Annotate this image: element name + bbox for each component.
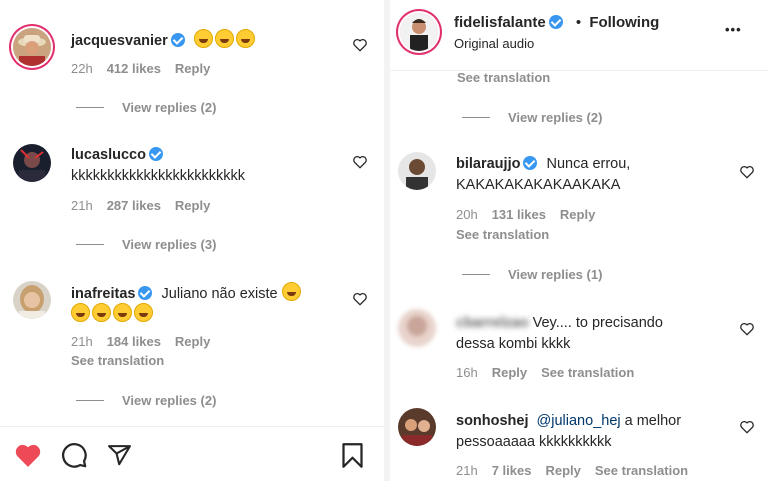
verified-badge-icon bbox=[148, 147, 163, 161]
view-replies-button[interactable]: View replies (1) bbox=[462, 267, 602, 282]
comment-text: kkkkkkkkkkkkkkkkkkkkkkkk bbox=[71, 168, 245, 184]
view-replies-button[interactable]: View replies (2) bbox=[76, 393, 216, 408]
laughing-emoji-icon bbox=[193, 29, 213, 48]
see-translation-button[interactable]: See translation bbox=[541, 365, 634, 380]
view-replies-button[interactable]: View replies (2) bbox=[76, 100, 216, 115]
comment-time: 22h bbox=[71, 61, 93, 76]
mention-link[interactable]: @juliano_hej bbox=[537, 413, 621, 429]
reply-button[interactable]: Reply bbox=[560, 207, 595, 222]
comment-username[interactable]: jacquesvanier bbox=[71, 33, 168, 49]
view-replies-label: View replies (2) bbox=[122, 100, 217, 115]
comment-time: 21h bbox=[71, 198, 93, 213]
author-avatar[interactable] bbox=[400, 13, 438, 51]
laughing-emoji-icon bbox=[134, 303, 153, 322]
avatar[interactable] bbox=[398, 309, 436, 347]
reply-button[interactable]: Reply bbox=[175, 198, 210, 213]
post-action-bar bbox=[0, 426, 384, 482]
comment-username[interactable]: sonhoshej bbox=[456, 413, 529, 429]
following-button[interactable]: Following bbox=[589, 14, 659, 31]
see-translation-button[interactable]: See translation bbox=[457, 70, 550, 85]
right-comments-panel: See translation fidelisfalante • Followi… bbox=[390, 0, 768, 481]
avatar[interactable] bbox=[13, 144, 51, 182]
verified-badge-icon bbox=[548, 15, 563, 29]
reply-button[interactable]: Reply bbox=[545, 463, 580, 478]
comment-likes[interactable]: 131 likes bbox=[492, 207, 546, 222]
post-header: fidelisfalante • Following Original audi… bbox=[390, 0, 768, 71]
laughing-emoji-icon bbox=[113, 303, 132, 322]
comment-likes[interactable]: 7 likes bbox=[492, 463, 532, 478]
comment-text: Juliano não existe bbox=[161, 286, 278, 302]
avatar[interactable] bbox=[13, 281, 51, 319]
laughing-emoji-icon bbox=[92, 303, 111, 322]
like-comment-heart-icon[interactable] bbox=[352, 155, 368, 169]
comment-text-continued: KAKAKAKAKAKAAKAKA bbox=[456, 177, 621, 193]
comment-likes[interactable]: 184 likes bbox=[107, 334, 161, 349]
comment-likes[interactable]: 287 likes bbox=[107, 198, 161, 213]
like-comment-heart-icon[interactable] bbox=[739, 165, 755, 179]
left-comments-panel: jacquesvanier 22h 412 likes Reply View rep… bbox=[0, 0, 384, 481]
like-comment-heart-icon[interactable] bbox=[352, 38, 368, 52]
reply-button[interactable]: Reply bbox=[175, 61, 210, 76]
view-replies-label: View replies (3) bbox=[122, 237, 217, 252]
avatar[interactable] bbox=[398, 152, 436, 190]
verified-badge-icon bbox=[138, 286, 153, 300]
see-translation-button[interactable]: See translation bbox=[595, 463, 688, 478]
reply-button[interactable]: Reply bbox=[492, 365, 527, 380]
comment-text-continued: pessoaaaaa kkkkkkkkkk bbox=[456, 434, 612, 450]
liked-heart-icon[interactable] bbox=[14, 443, 42, 468]
avatar[interactable] bbox=[398, 408, 436, 446]
comment-icon[interactable] bbox=[61, 442, 88, 469]
comment-username[interactable]: cbarrelzao bbox=[456, 315, 529, 331]
comment-username[interactable]: inafreitas bbox=[71, 286, 135, 302]
laughing-emoji-icon bbox=[71, 303, 90, 322]
save-bookmark-icon[interactable] bbox=[341, 442, 364, 469]
comment-username[interactable]: lucaslucco bbox=[71, 147, 146, 163]
like-comment-heart-icon[interactable] bbox=[352, 292, 368, 306]
see-translation-button[interactable]: See translation bbox=[71, 353, 164, 368]
like-comment-heart-icon[interactable] bbox=[739, 322, 755, 336]
avatar[interactable] bbox=[13, 28, 51, 66]
comment-text: Nunca errou, bbox=[546, 156, 631, 172]
comment-likes[interactable]: 412 likes bbox=[107, 61, 161, 76]
comment-time: 21h bbox=[456, 463, 478, 478]
comment-time: 21h bbox=[71, 334, 93, 349]
view-replies-label: View replies (1) bbox=[508, 267, 603, 282]
comment-text: Vey.... to precisando bbox=[532, 315, 663, 331]
comment-username[interactable]: bilaraujjo bbox=[456, 156, 520, 172]
comment-text: a melhor bbox=[620, 413, 682, 429]
original-audio-link[interactable]: Original audio bbox=[454, 36, 534, 51]
comment-time: 16h bbox=[456, 365, 478, 380]
view-replies-button[interactable]: View replies (3) bbox=[76, 237, 216, 252]
laughing-emoji-icon bbox=[235, 29, 255, 48]
verified-badge-icon bbox=[523, 156, 538, 170]
laughing-emoji-icon bbox=[214, 29, 234, 48]
view-replies-button[interactable]: View replies (2) bbox=[462, 110, 602, 125]
comment-text-continued: dessa kombi kkkk bbox=[456, 336, 571, 352]
more-options-icon[interactable]: ••• bbox=[725, 22, 742, 37]
comment-time: 20h bbox=[456, 207, 478, 222]
author-username[interactable]: fidelisfalante bbox=[454, 14, 546, 31]
view-replies-label: View replies (2) bbox=[508, 110, 603, 125]
laughing-emoji-icon bbox=[281, 282, 301, 301]
like-comment-heart-icon[interactable] bbox=[739, 420, 755, 434]
separator-dot: • bbox=[575, 14, 582, 31]
view-replies-label: View replies (2) bbox=[122, 393, 217, 408]
see-translation-button[interactable]: See translation bbox=[456, 227, 549, 242]
share-icon[interactable] bbox=[106, 443, 133, 468]
verified-badge-icon bbox=[170, 33, 185, 47]
reply-button[interactable]: Reply bbox=[175, 334, 210, 349]
